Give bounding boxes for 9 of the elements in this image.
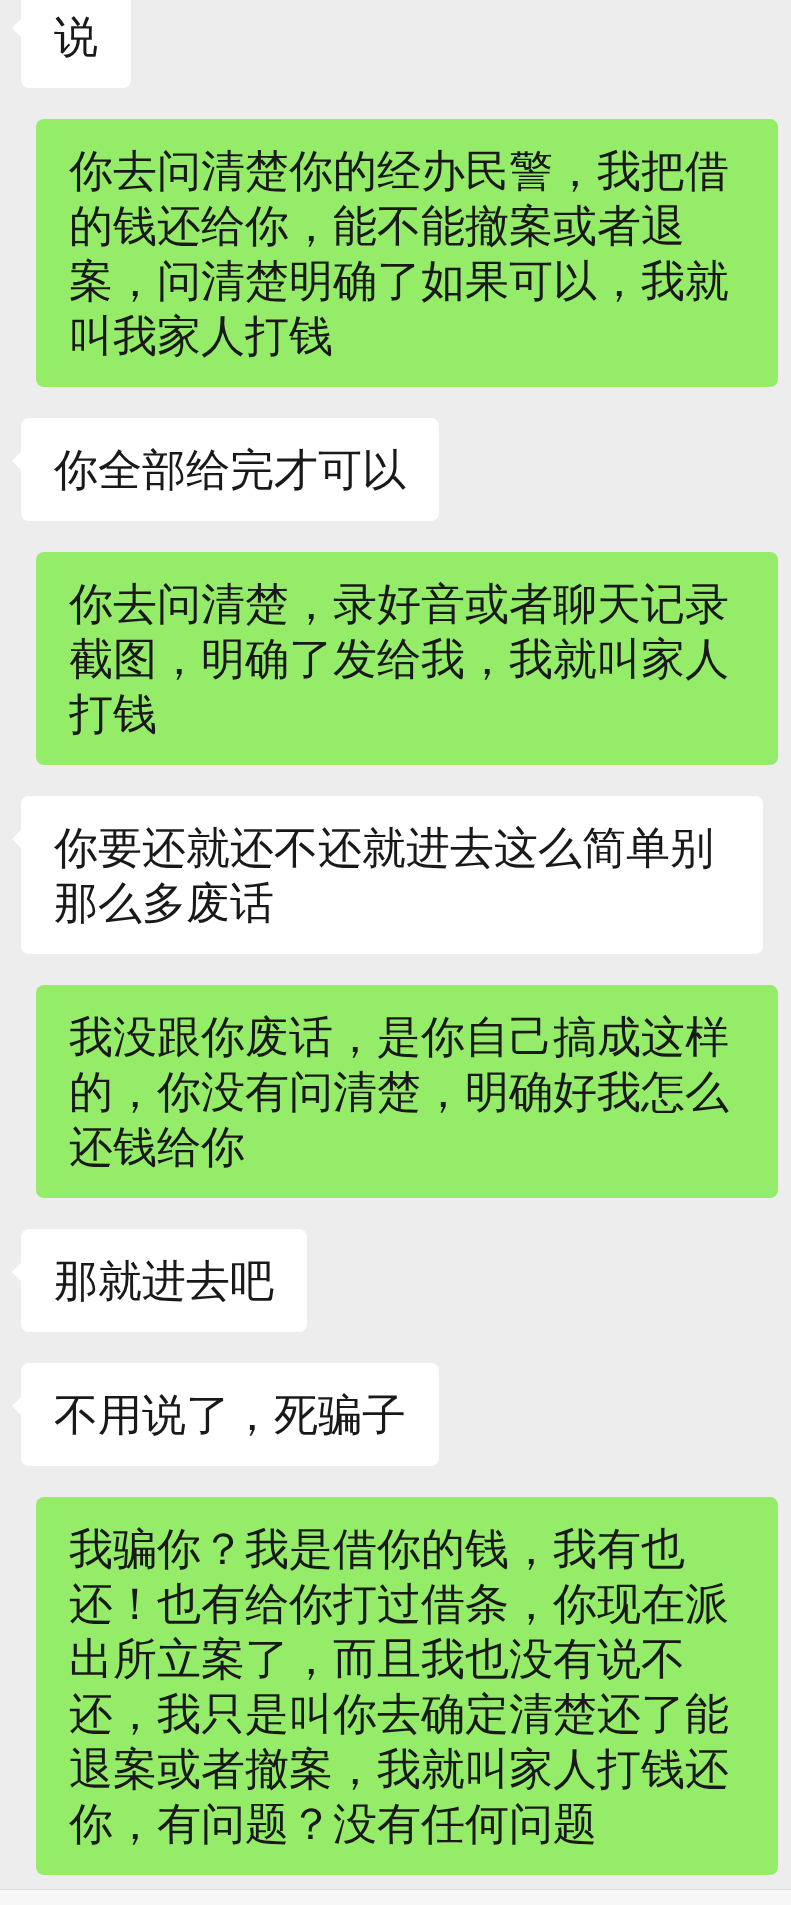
message-bubble: 你去问清楚你的经办民警，我把借的钱还给你，能不能撤案或者退案，问清楚明确了如果可以，我就叫我家人打钱 xyxy=(36,119,778,387)
message-bubble: 你全部给完才可以 xyxy=(21,418,439,521)
message-bubble: 不用说了，死骗子 xyxy=(21,1363,439,1466)
message-bubble: 你要还就还不还就进去这么简单别那么多废话 xyxy=(21,796,763,954)
message-bubble: 说 xyxy=(21,0,131,88)
message-bubble: 我骗你？我是借你的钱，我有也还！也有给你打过借条，你现在派出所立案了，而且我也没有说不还，我只是叫你去确定清楚还了能退案或者撤案，我就叫家人打钱还你，有问题？没有任何问题 xyxy=(36,1497,778,1875)
message-bubble: 我没跟你废话，是你自己搞成这样的，你没有问清楚，明确好我怎么还钱给你 xyxy=(36,985,778,1198)
message-bubble: 那就进去吧 xyxy=(21,1229,307,1332)
message-bubble: 你去问清楚，录好音或者聊天记录截图，明确了发给我，我就叫家人打钱 xyxy=(36,552,778,765)
